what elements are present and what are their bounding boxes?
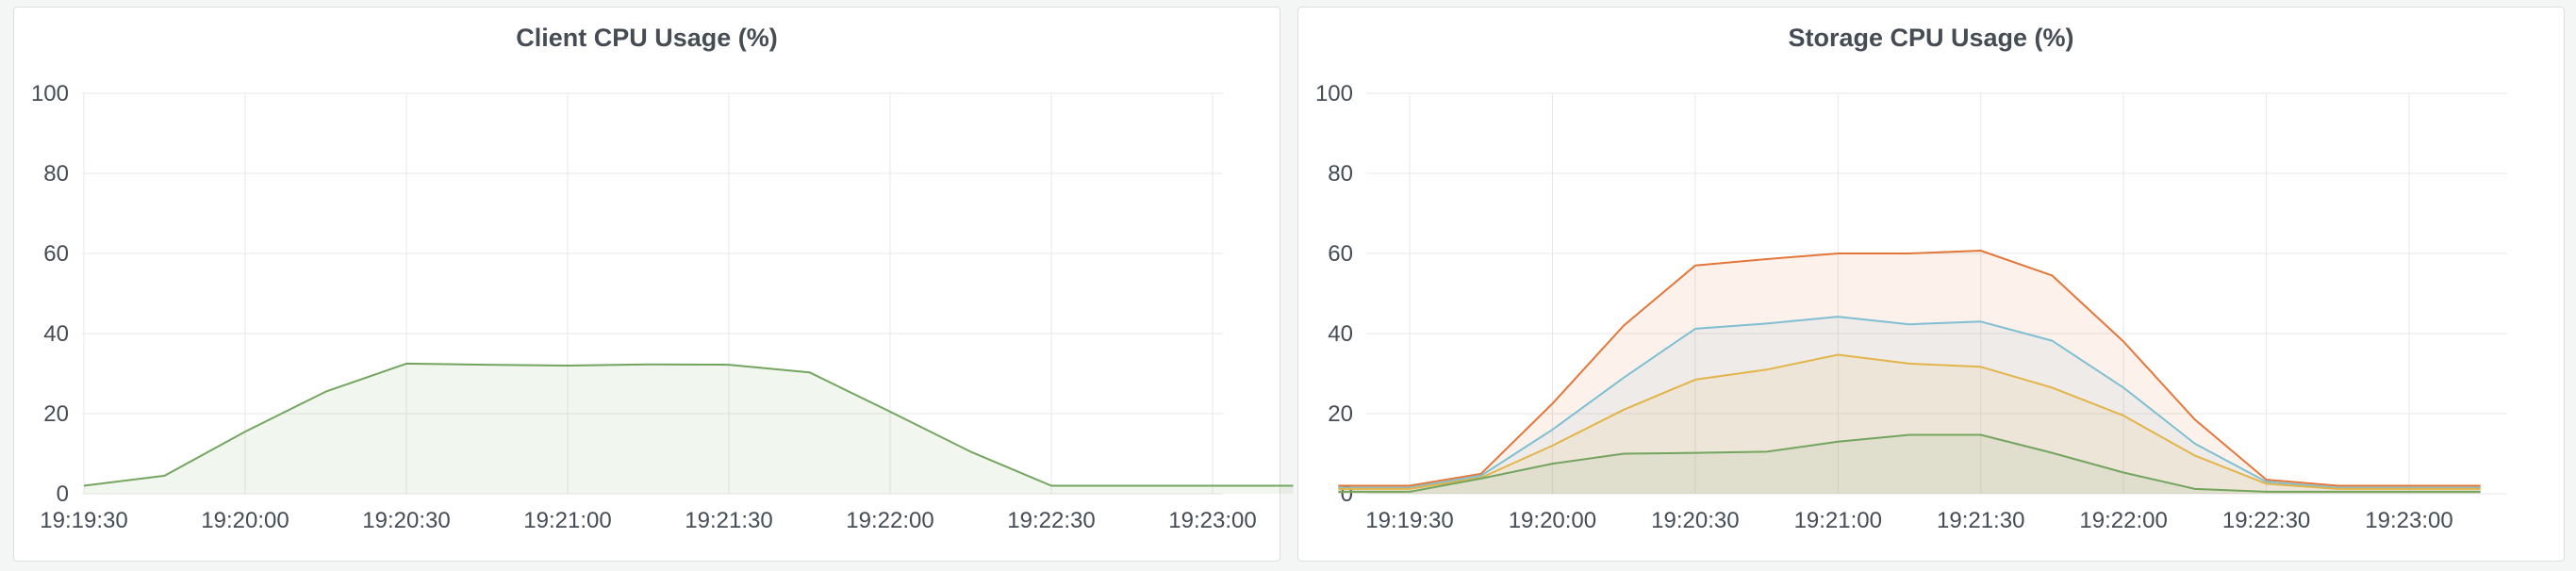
x-tick-label: 19:20:30	[1651, 508, 1739, 533]
y-tick-label: 60	[43, 241, 69, 267]
client-cpu-chart: 0 20 40 60 80 100 19:19:30 19:20:00 19:20:30 19:2…	[31, 81, 1294, 533]
x-tick-label: 19:22:30	[2222, 508, 2310, 533]
x-tick-label: 19:20:00	[201, 508, 289, 533]
x-tick-label: 19:20:30	[362, 508, 450, 533]
x-tick-label: 19:22:00	[846, 508, 933, 533]
y-tick-label: 80	[43, 161, 69, 187]
y-tick-label: 100	[31, 81, 69, 106]
x-tick-label: 19:21:00	[1794, 508, 1882, 533]
x-tick-label: 19:22:30	[1007, 508, 1095, 533]
y-tick-label: 40	[43, 321, 69, 347]
storage-cpu-chart: 02040608010019:19:30 19:20:00 19:20:30 19:2…	[1315, 81, 2507, 533]
y-tick-label: 20	[1328, 401, 1353, 427]
x-tick-label: 19:19:30	[1365, 508, 1453, 533]
y-tick-label: 100	[1315, 81, 1353, 106]
y-tick-label: 80	[1328, 161, 1353, 187]
y-tick-label: 0	[57, 481, 69, 507]
x-tick-label: 19:23:00	[1168, 508, 1256, 533]
storage-cpu-panel: Storage CPU Usage (%) 0 20 40 60 80 100 19:19:…	[1297, 7, 2565, 562]
series-area	[84, 363, 1294, 494]
x-tick-label: 19:22:00	[2079, 508, 2167, 533]
x-tick-label: 19:19:30	[40, 508, 127, 533]
client-cpu-panel: Client CPU Usage (%) 0 20 40 60 80 100 19:19:3…	[13, 7, 1294, 562]
y-tick-label: 40	[1328, 321, 1353, 347]
x-tick-label: 19:21:30	[685, 508, 772, 533]
y-tick-label: 60	[1328, 241, 1353, 267]
y-tick-label: 20	[43, 401, 69, 427]
x-tick-label: 19:23:00	[2365, 508, 2452, 533]
x-tick-label: 19:21:00	[523, 508, 611, 533]
x-tick-label: 19:21:30	[1937, 508, 2024, 533]
x-tick-label: 19:20:00	[1509, 508, 1596, 533]
